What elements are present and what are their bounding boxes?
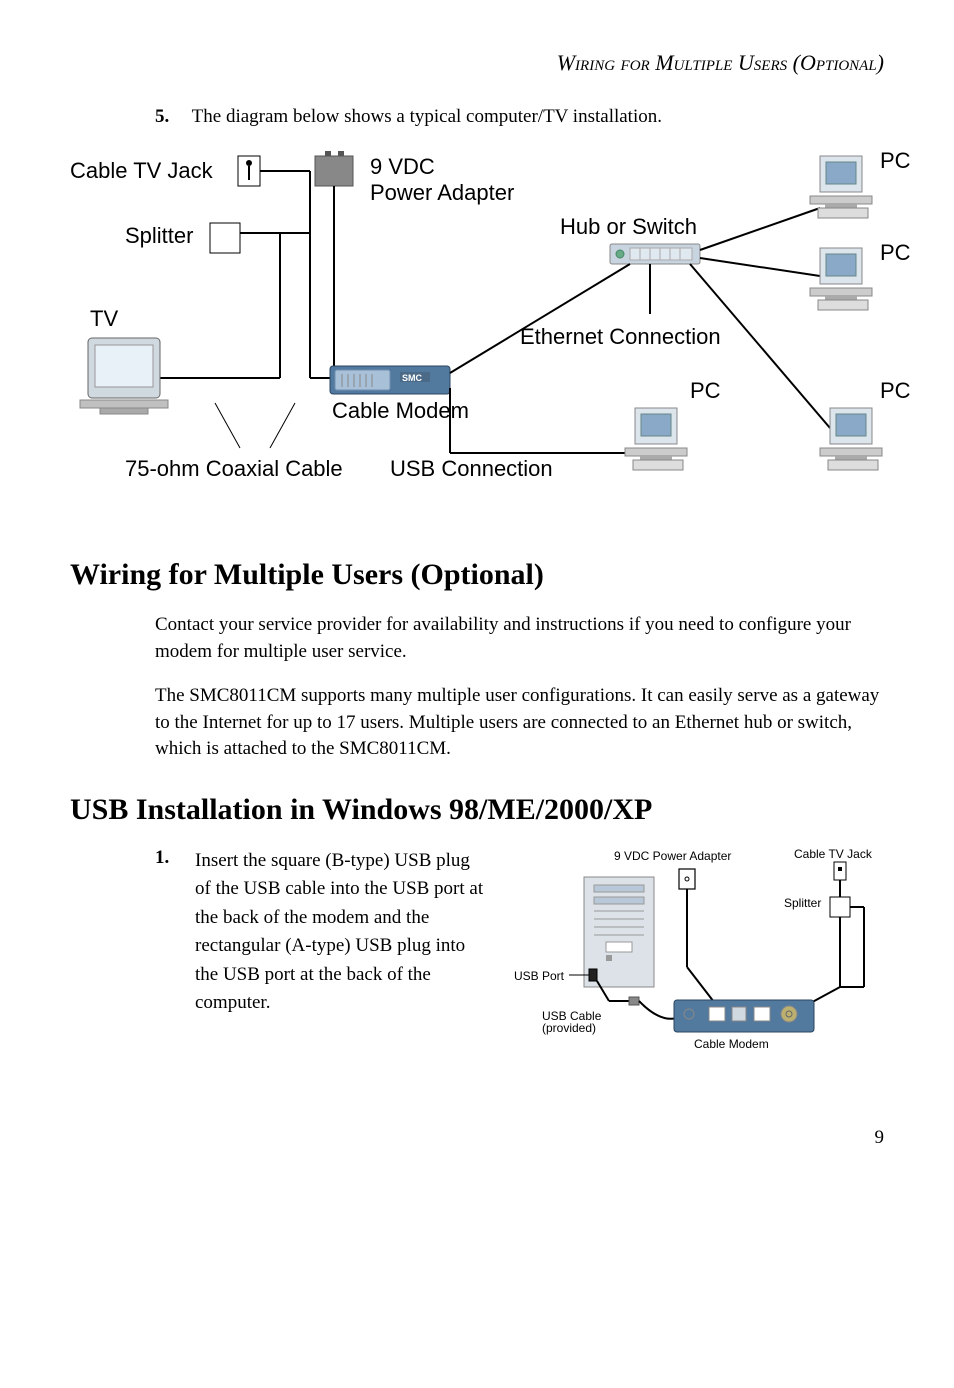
label-cable-modem: Cable Modem (332, 398, 469, 424)
label-pc-3: PC (690, 378, 721, 404)
label2-splitter: Splitter (784, 896, 821, 910)
label-pc-2: PC (880, 240, 911, 266)
page-number: 9 (70, 1127, 884, 1149)
heading-usb-install: USB Installation in Windows 98/ME/2000/X… (70, 793, 884, 827)
label-power-adapter: Power Adapter (370, 180, 514, 206)
small-diagram-svg (514, 847, 884, 1087)
label-pc-4: PC (880, 378, 911, 404)
label-pc-1: PC (880, 148, 911, 174)
label-9vdc: 9 VDC (370, 154, 435, 180)
running-header: Wiring for Multiple Users (Optional) (70, 50, 884, 76)
para-contact-provider: Contact your service provider for availa… (155, 612, 884, 665)
step-5-num: 5. (155, 106, 169, 127)
heading-wiring: Wiring for Multiple Users (Optional) (70, 558, 884, 592)
label-splitter: Splitter (125, 223, 193, 249)
label-hub-switch: Hub or Switch (560, 214, 697, 240)
label-usb-conn: USB Connection (390, 456, 553, 482)
label-ethernet: Ethernet Connection (520, 324, 721, 350)
para-smc-support: The SMC8011CM supports many multiple use… (155, 683, 884, 763)
label-tv: TV (90, 306, 118, 332)
label-coax: 75-ohm Coaxial Cable (125, 456, 343, 482)
installation-diagram: SMC (70, 148, 940, 528)
label2-9vdc: 9 VDC Power Adapter (614, 849, 731, 863)
step-5-text: The diagram below shows a typical comput… (192, 106, 662, 127)
svg-text:SMC: SMC (402, 373, 423, 383)
label2-cable-tv-jack: Cable TV Jack (794, 847, 872, 861)
label2-usb-port: USB Port (514, 969, 564, 983)
step-1-num: 1. (155, 847, 175, 869)
step-1-text: Insert the square (B-type) USB plug of t… (195, 847, 494, 1018)
usb-install-diagram: 9 VDC Power Adapter Cable TV Jack Splitt… (514, 847, 884, 1087)
step-5: 5. The diagram below shows a typical com… (155, 106, 884, 128)
label2-provided: (provided) (542, 1021, 596, 1035)
label-cable-tv-jack: Cable TV Jack (70, 158, 213, 184)
label2-cable-modem: Cable Modem (694, 1037, 769, 1051)
